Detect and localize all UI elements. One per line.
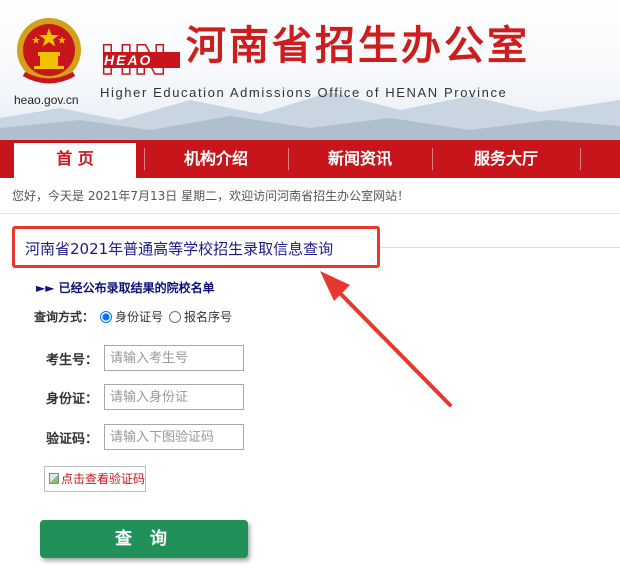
- broken-image-icon: [49, 473, 59, 484]
- mode-id-card-radio[interactable]: [100, 310, 113, 323]
- annotation-arrow-icon: [320, 271, 452, 407]
- header-banner: heao.gov.cn HN HEAO 河南省招生办公室 Higher Educ…: [0, 0, 620, 140]
- query-mode-label: 查询方式：: [34, 310, 95, 324]
- published-schools-link[interactable]: ►► 已经公布录取结果的院校名单: [36, 279, 215, 296]
- query-title: 河南省2021年普通高等学校招生录取信息查询: [25, 240, 334, 258]
- welcome-message: 您好，今天是 2021年7月13日 星期二，欢迎访问河南省招生办公室网站！: [0, 178, 620, 214]
- nav-item-services[interactable]: 服务大厅: [434, 140, 578, 178]
- hn-logo-text: HEAO: [104, 52, 153, 68]
- nav-item-news[interactable]: 新闻资讯: [290, 140, 430, 178]
- mode-id-card-label[interactable]: 身份证号: [115, 308, 163, 325]
- nav-divider: [432, 148, 433, 170]
- nav-divider: [580, 148, 581, 170]
- exam-number-row: 考生号：: [46, 345, 244, 371]
- site-subtitle: Higher Education Admissions Office of HE…: [100, 85, 508, 100]
- query-title-highlight: 河南省2021年普通高等学校招生录取信息查询: [12, 226, 380, 268]
- mountains-background: [0, 92, 620, 140]
- main-nav: 首 页 机构介绍 新闻资讯 服务大厅: [0, 140, 620, 178]
- id-card-label: 身份证：: [46, 391, 99, 407]
- site-domain: heao.gov.cn: [14, 93, 79, 107]
- query-mode-row: 查询方式： 身份证号 报名序号: [34, 308, 232, 325]
- title-divider: [380, 247, 620, 248]
- id-card-row: 身份证：: [46, 384, 244, 410]
- captcha-input[interactable]: [104, 424, 244, 450]
- site-title: 河南省招生办公室: [186, 23, 530, 69]
- captcha-alt-text: 点击查看验证码: [61, 472, 146, 486]
- national-emblem-icon: [17, 18, 81, 84]
- nav-divider: [144, 148, 145, 170]
- captcha-row: 验证码：: [46, 424, 244, 450]
- nav-item-home[interactable]: 首 页: [14, 140, 136, 178]
- nav-item-about[interactable]: 机构介绍: [146, 140, 286, 178]
- captcha-label: 验证码：: [46, 431, 99, 447]
- exam-number-input[interactable]: [104, 345, 244, 371]
- nav-divider: [288, 148, 289, 170]
- query-submit-button[interactable]: 查 询: [40, 520, 248, 558]
- id-card-input[interactable]: [104, 384, 244, 410]
- captcha-image[interactable]: 点击查看验证码: [44, 466, 146, 492]
- exam-number-label: 考生号：: [46, 352, 99, 368]
- mode-reg-number-label[interactable]: 报名序号: [184, 308, 232, 325]
- mode-reg-number-radio[interactable]: [169, 310, 182, 323]
